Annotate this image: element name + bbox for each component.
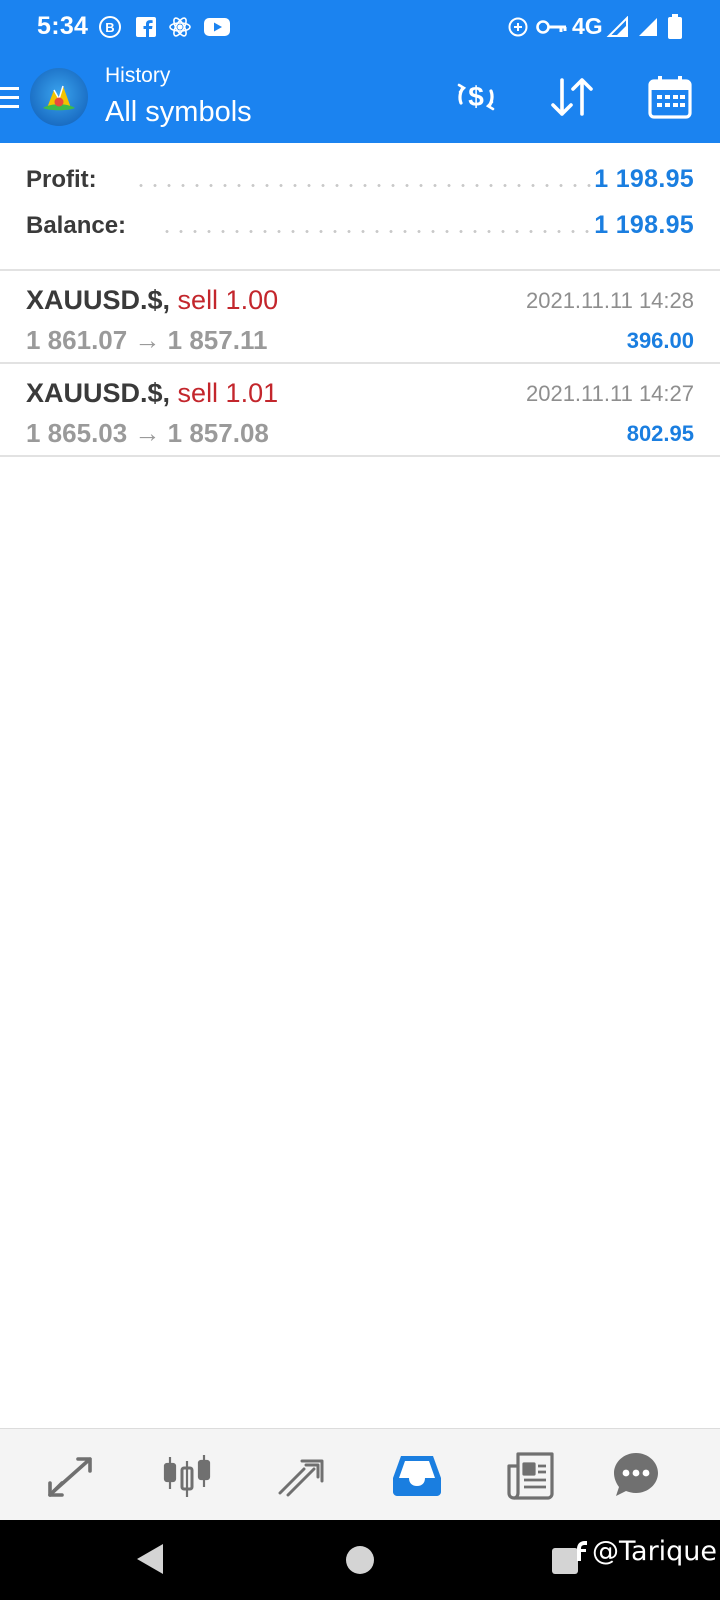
deal-prices: 1 861.07 → 1 857.11 [26,325,268,355]
vpn-key-icon [536,14,568,40]
home-button[interactable] [346,1546,374,1574]
back-icon[interactable] [135,1542,165,1581]
deal-row[interactable]: XAUUSD.$, sell 1.00 1 861.07 → 1 857.11 … [0,271,720,361]
react-atom-icon [168,14,192,40]
status-time: 5:34 [37,12,89,40]
balance-label: Balance: [26,212,127,239]
deal-row[interactable]: XAUUSD.$, sell 1.01 1 865.03 → 1 857.08 … [0,364,720,454]
deal-type: sell 1.00 [177,285,279,315]
status-bar: 5:34 B 4G [0,0,720,54]
page-title[interactable]: All symbols [105,96,252,129]
deal-symbol: XAUUSD.$, [26,285,171,315]
deal-time: 2021.11.11 14:28 [525,288,694,313]
watermark: @Tarique [570,1536,717,1567]
profit-row: Profit: 1 198.95 [26,162,694,202]
dotted-leader [160,230,604,233]
data-saver-icon [507,14,529,40]
chart-icon[interactable] [157,1445,217,1505]
balance-row: Balance: 1 198.95 [26,208,694,248]
quotes-icon[interactable] [42,1445,102,1505]
trade-icon[interactable] [272,1445,332,1505]
deal-type: sell 1.01 [177,378,279,408]
screen-subtitle: History [105,64,171,87]
deal-time: 2021.11.11 14:27 [525,381,694,406]
deal-prices: 1 865.03 → 1 857.08 [26,418,269,448]
balance-value: 1 198.95 [594,211,694,239]
chat-icon[interactable] [606,1445,666,1505]
battery-icon [667,14,683,40]
bottom-navigation [0,1428,720,1520]
watermark-text: @Tarique [592,1536,718,1567]
facebook-icon [135,14,157,40]
metatrader-logo-icon [30,68,88,126]
deal-profit: 396.00 [626,328,694,353]
svg-text:B: B [105,20,114,35]
signal-icon [606,14,628,40]
watermark-logo-icon [577,1541,587,1561]
system-navigation-bar: @Tarique [0,1520,720,1600]
divider [0,455,720,457]
dotted-leader [134,184,604,187]
deal-symbol: XAUUSD.$, [26,378,171,408]
app-bar: History All symbols $ [0,54,720,143]
profit-label: Profit: [26,166,97,193]
history-icon[interactable] [387,1445,447,1505]
youtube-icon [204,14,230,40]
network-type: 4G [572,13,603,39]
sort-icon[interactable] [544,72,600,122]
deal-profit: 802.95 [626,421,694,446]
notification-b-icon: B [98,14,122,40]
calendar-icon[interactable] [642,72,698,122]
profit-value: 1 198.95 [594,165,694,193]
menu-icon[interactable] [0,87,20,111]
signal-2-icon [636,14,658,40]
currency-exchange-button[interactable]: $ [448,72,504,122]
svg-text:$: $ [468,81,484,112]
news-icon[interactable] [502,1445,562,1505]
